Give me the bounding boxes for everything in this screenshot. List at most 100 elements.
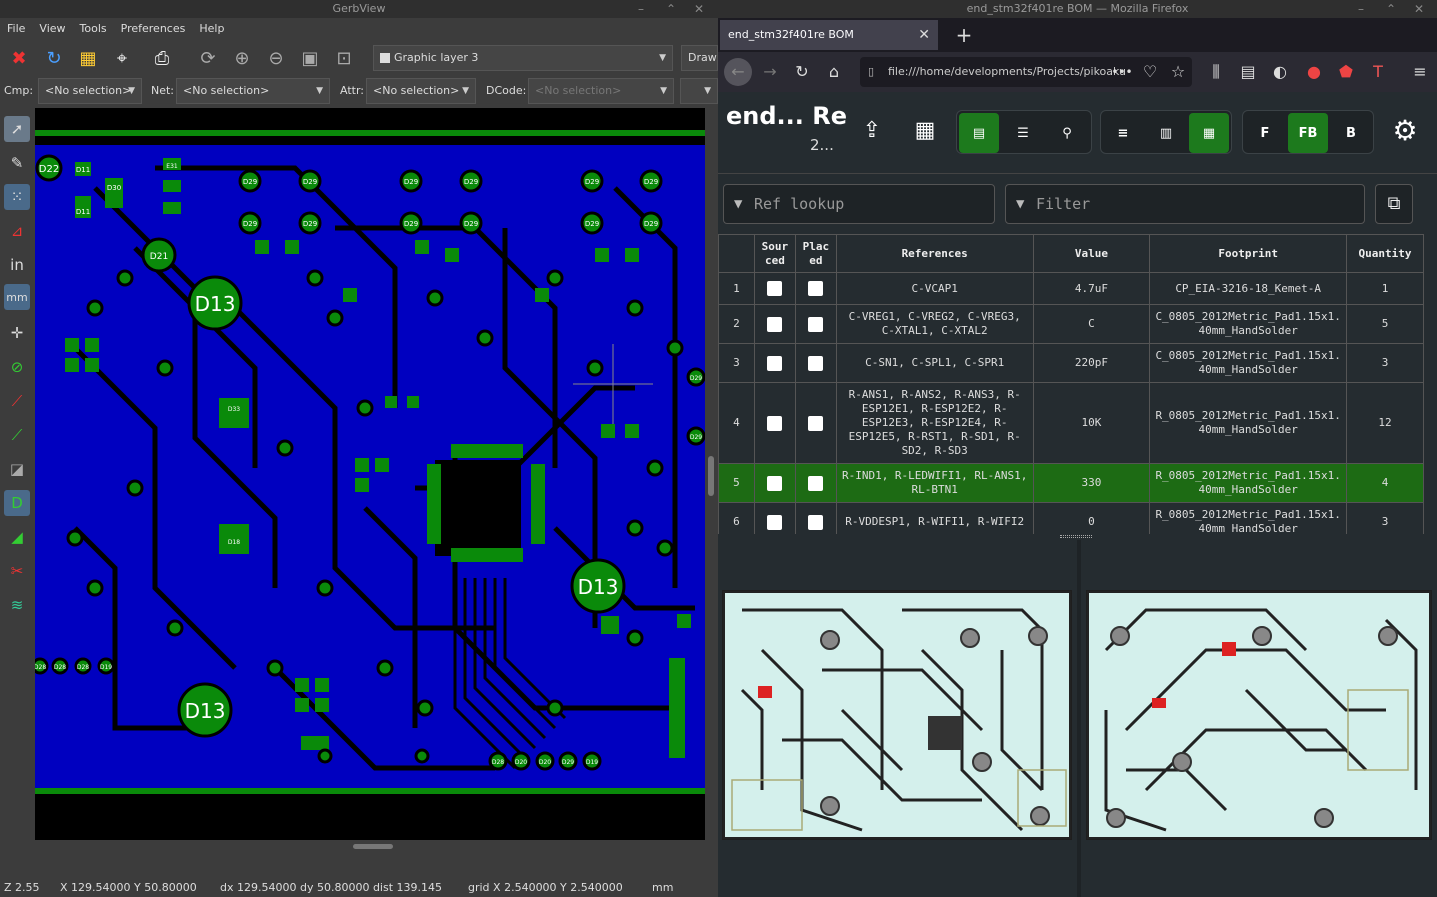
- clear-layers-icon[interactable]: ✖: [5, 44, 33, 72]
- placed-checkbox[interactable]: [794, 463, 837, 503]
- polygons-sketch-icon[interactable]: ⟋: [4, 422, 30, 448]
- copy-button[interactable]: ⧉: [1375, 184, 1413, 224]
- filter-input[interactable]: ▼ Filter: [1005, 184, 1365, 224]
- cursor-shape-icon[interactable]: ✛: [4, 320, 30, 346]
- placed-checkbox[interactable]: [794, 502, 837, 534]
- front-board-canvas[interactable]: [722, 590, 1072, 840]
- library-icon[interactable]: ⫼: [1202, 58, 1230, 86]
- select-tool-icon[interactable]: ➚: [4, 116, 30, 142]
- print-icon[interactable]: ⎙: [148, 44, 176, 72]
- top-bottom-layout-icon[interactable]: ☰: [1003, 113, 1043, 153]
- placed-checkbox[interactable]: [794, 304, 837, 344]
- sourced-checkbox[interactable]: [753, 272, 796, 305]
- table-row[interactable]: 2 C-VREG1, C-VREG2, C-VREG3, C-XTAL1, C-…: [718, 304, 1424, 344]
- open-drill-icon[interactable]: ⌖: [108, 44, 136, 72]
- ublock-icon[interactable]: ⬟: [1332, 58, 1360, 86]
- pocket-icon[interactable]: ♡: [1136, 58, 1164, 86]
- close-icon[interactable]: ✕: [694, 0, 704, 18]
- dcode-select[interactable]: <No selection> ▼: [528, 78, 674, 104]
- table-row[interactable]: 4 R-ANS1, R-ANS2, R-ANS3, R-ESP12E1, R-E…: [718, 382, 1424, 464]
- left-right-layout-icon[interactable]: ▤: [959, 113, 999, 153]
- sourced-checkbox[interactable]: [753, 463, 796, 503]
- maximize-icon[interactable]: ⌃: [1386, 0, 1396, 18]
- table-row[interactable]: 3 C-SN1, C-SPL1, C-SPR1 220pF C_0805_201…: [718, 343, 1424, 383]
- back-board-canvas[interactable]: [1086, 590, 1432, 840]
- sourced-checkbox[interactable]: [753, 304, 796, 344]
- front-side-button[interactable]: F: [1245, 113, 1285, 153]
- grid-toggle-icon[interactable]: ⁙: [4, 184, 30, 210]
- menu-help[interactable]: Help: [192, 18, 231, 40]
- negative-objects-icon[interactable]: ◪: [4, 456, 30, 482]
- canvas-splitter[interactable]: [1077, 540, 1081, 897]
- scroll-thumb[interactable]: [353, 844, 393, 849]
- sourced-checkbox[interactable]: [753, 502, 796, 534]
- col-quantity[interactable]: Quantity: [1346, 234, 1424, 273]
- home-icon[interactable]: ⌂: [820, 58, 848, 86]
- back-side-button[interactable]: B: [1331, 113, 1371, 153]
- menu-preferences[interactable]: Preferences: [114, 18, 193, 40]
- sourced-checkbox[interactable]: [753, 382, 796, 464]
- col-references[interactable]: References: [835, 234, 1034, 273]
- horizontal-scrollbar[interactable]: [35, 840, 705, 854]
- redraw-icon[interactable]: ⟳: [194, 44, 222, 72]
- placed-checkbox[interactable]: [794, 343, 837, 383]
- lines-sketch-icon[interactable]: ⟋: [4, 388, 30, 414]
- zoom-out-icon[interactable]: ⊖: [262, 44, 290, 72]
- zoom-in-icon[interactable]: ⊕: [228, 44, 256, 72]
- table-row[interactable]: 6 R-VDDESP1, R-WIFI1, R-WIFI2 0 R_0805_2…: [718, 502, 1424, 534]
- flashed-sketch-icon[interactable]: ⊘: [4, 354, 30, 380]
- close-icon[interactable]: ✕: [1414, 0, 1424, 18]
- bom-only-icon[interactable]: ▦: [905, 110, 945, 150]
- menu-file[interactable]: File: [0, 18, 32, 40]
- extension-3-icon[interactable]: T: [1364, 58, 1392, 86]
- back-icon[interactable]: ←: [724, 58, 752, 86]
- maximize-icon[interactable]: ⌃: [666, 0, 676, 18]
- hamburger-menu-icon[interactable]: ≡: [1406, 58, 1434, 86]
- ungrouped-icon[interactable]: ≡: [1103, 113, 1143, 153]
- bookmark-star-icon[interactable]: ☆: [1164, 58, 1192, 86]
- polar-coords-icon[interactable]: ⊿: [4, 218, 30, 244]
- extra-select[interactable]: ▼: [680, 78, 718, 104]
- sourced-checkbox[interactable]: [753, 343, 796, 383]
- col-placed[interactable]: Plac ed: [794, 234, 837, 273]
- tab-bom[interactable]: end_stm32f401re BOM ✕: [720, 20, 938, 50]
- reload-icon[interactable]: ↻: [788, 58, 816, 86]
- high-contrast-icon[interactable]: ✂: [4, 558, 30, 584]
- vertical-scrollbar[interactable]: [706, 108, 718, 840]
- extension-icon[interactable]: ◐: [1266, 58, 1294, 86]
- mm-units-icon[interactable]: mm: [4, 284, 30, 310]
- both-sides-button[interactable]: FB: [1288, 113, 1328, 153]
- ref-lookup-input[interactable]: ▼ Ref lookup: [723, 184, 995, 224]
- sidebar-icon[interactable]: ▤: [1234, 58, 1262, 86]
- page-actions-icon[interactable]: •••: [1108, 58, 1136, 86]
- inch-units-icon[interactable]: in: [4, 252, 30, 278]
- draw-mode-select[interactable]: Draw: [681, 45, 718, 71]
- extension-2-icon[interactable]: ●: [1300, 58, 1328, 86]
- grouped-fb-icon[interactable]: ▥: [1146, 113, 1186, 153]
- table-row-highlighted[interactable]: 5 R-IND1, R-LEDWIFI1, RL-ANS1, RL-BTN1 3…: [718, 463, 1424, 503]
- netlist-icon[interactable]: ⚲: [1047, 113, 1087, 153]
- col-footprint[interactable]: Footprint: [1149, 234, 1347, 273]
- zoom-selection-icon[interactable]: ⊡: [330, 44, 358, 72]
- menu-view[interactable]: View: [32, 18, 72, 40]
- new-tab-icon[interactable]: +: [950, 20, 978, 50]
- minimize-icon[interactable]: –: [638, 0, 644, 18]
- open-gerber-icon[interactable]: ▦: [74, 44, 102, 72]
- col-value[interactable]: Value: [1032, 234, 1151, 273]
- placed-checkbox[interactable]: [794, 272, 837, 305]
- reload-icon[interactable]: ↻: [40, 44, 68, 72]
- cmp-select[interactable]: <No selection> ▼: [38, 78, 142, 104]
- close-tab-icon[interactable]: ✕: [918, 20, 930, 50]
- forward-icon[interactable]: →: [756, 58, 784, 86]
- minimize-icon[interactable]: –: [1358, 0, 1364, 18]
- gerber-canvas[interactable]: D13 D13 D13 D22 D21 D29 D29 D29 D29 D29 …: [35, 108, 705, 840]
- measure-tool-icon[interactable]: ✎: [4, 150, 30, 176]
- settings-gear-icon[interactable]: ⚙: [1385, 110, 1425, 150]
- net-select[interactable]: <No selection> ▼: [176, 78, 330, 104]
- attr-select[interactable]: <No selection> ▼: [366, 78, 476, 104]
- zoom-fit-icon[interactable]: ▣: [296, 44, 324, 72]
- grouped-icon[interactable]: ▦: [1189, 113, 1229, 153]
- menu-tools[interactable]: Tools: [73, 18, 114, 40]
- layers-manager-icon[interactable]: ≋: [4, 592, 30, 618]
- dark-mode-icon[interactable]: ⇪: [852, 110, 892, 150]
